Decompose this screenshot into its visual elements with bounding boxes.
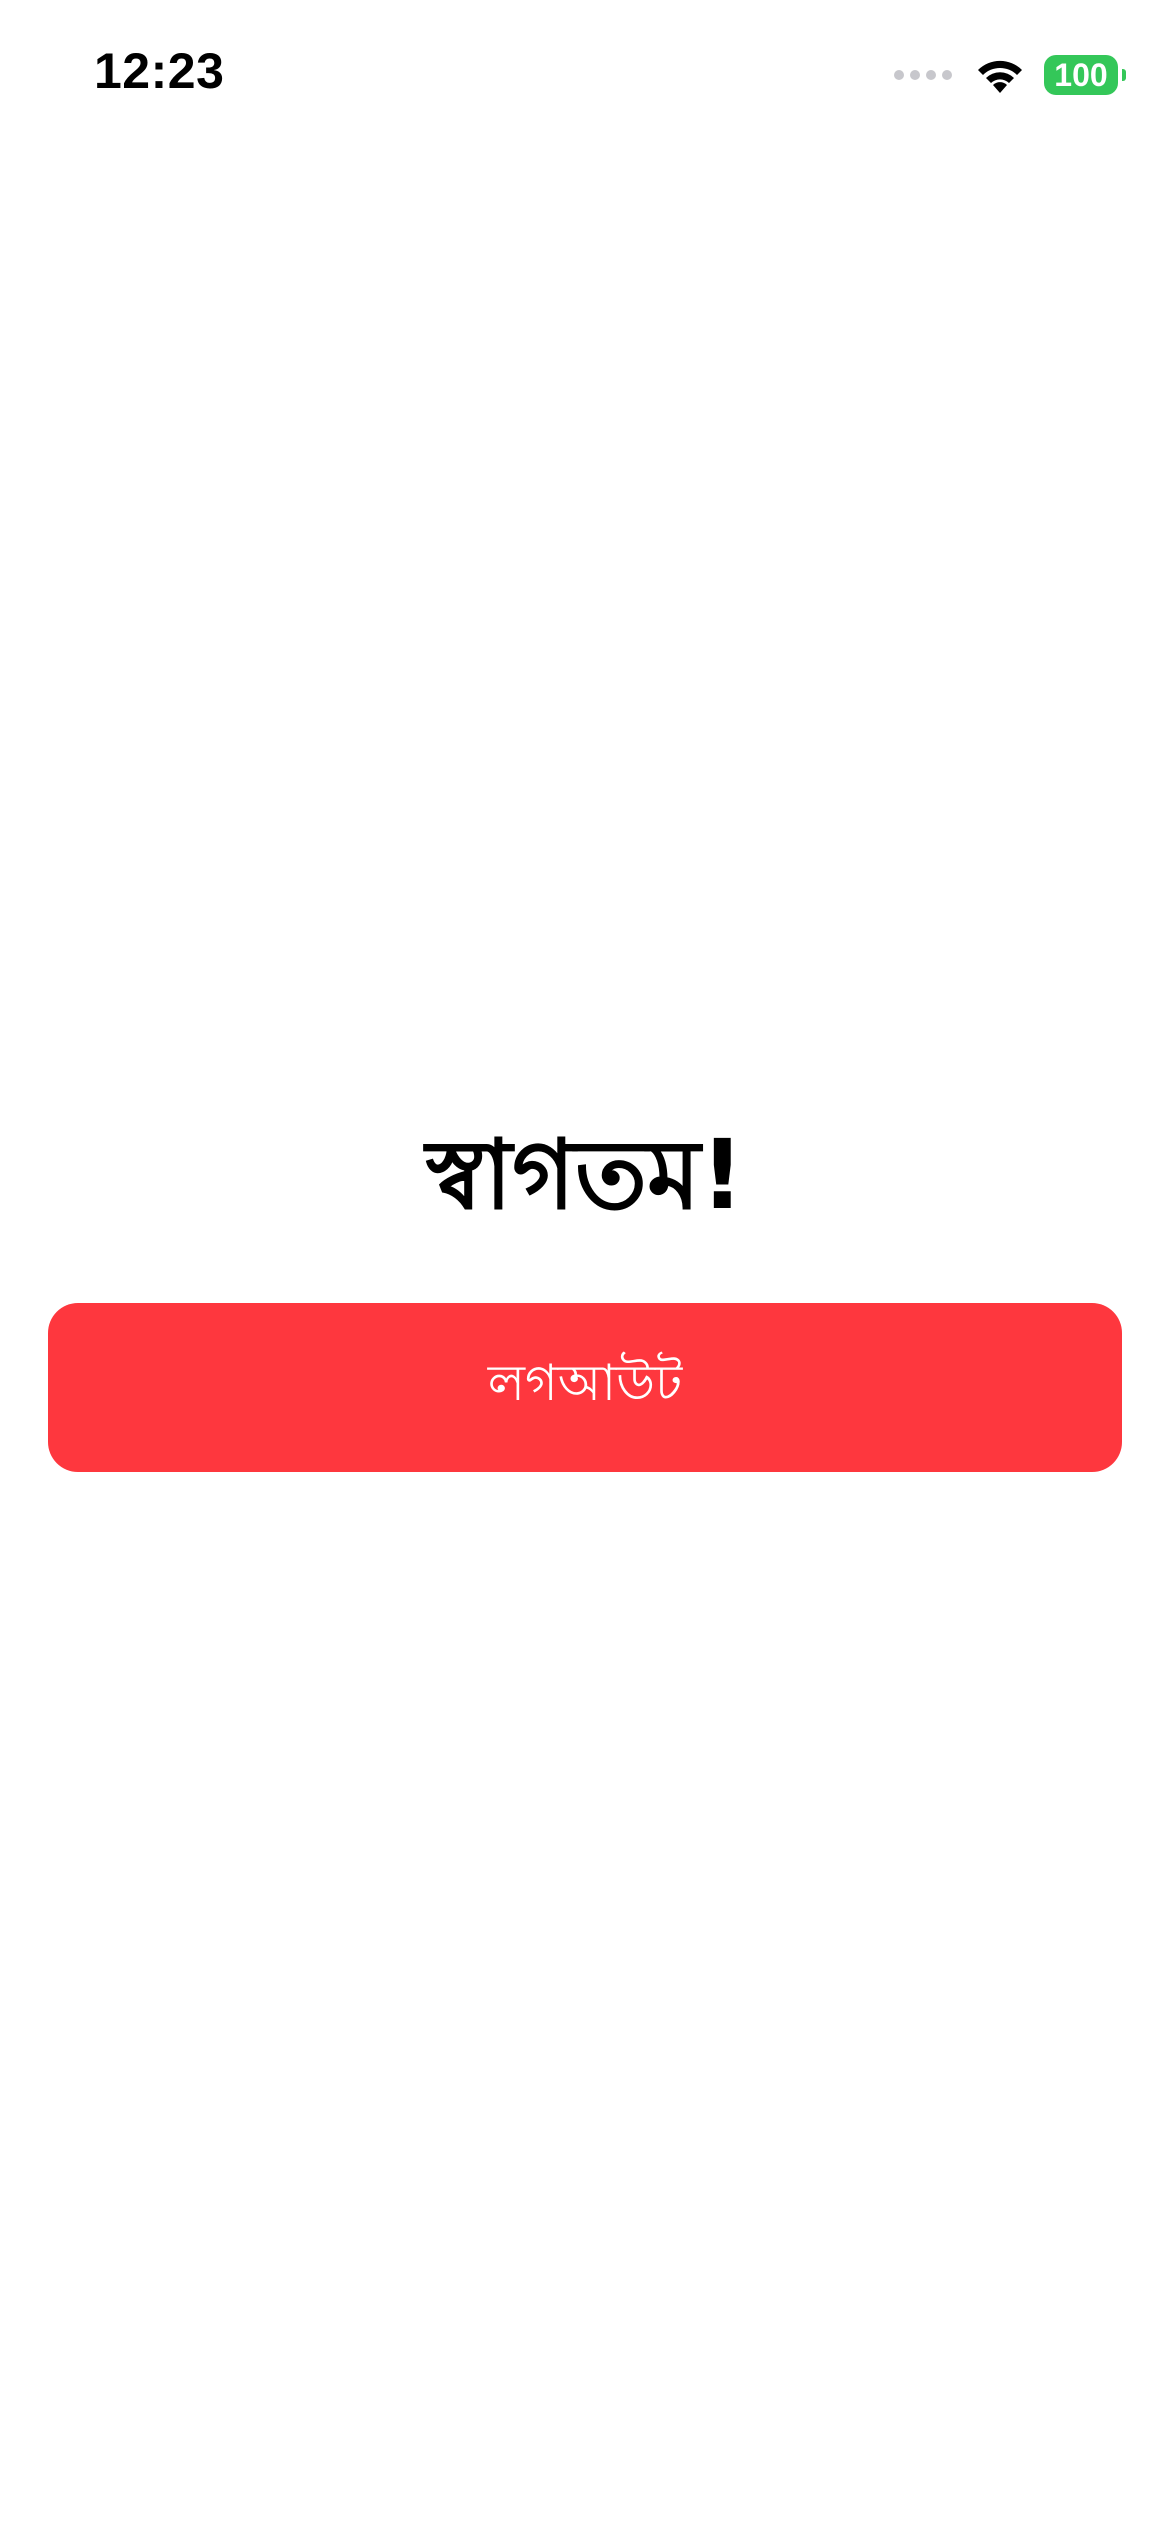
status-time: 12:23 — [94, 43, 225, 99]
logout-button[interactable]: লগআউট — [48, 1303, 1122, 1472]
welcome-title: স্বাগতম! — [425, 1119, 745, 1231]
battery-icon: 100 — [1044, 55, 1126, 95]
battery-level: 100 — [1054, 56, 1108, 93]
battery-cap — [1122, 69, 1126, 81]
status-icons: 100 — [894, 50, 1126, 100]
logout-button-label: লগআউট — [487, 1354, 683, 1412]
signal-dots-icon — [894, 70, 952, 80]
status-bar: 12:23 100 — [0, 0, 1170, 150]
screen: 12:23 100 স্বাগতম! লগআউট — [0, 0, 1170, 2532]
wifi-icon — [974, 55, 1026, 95]
